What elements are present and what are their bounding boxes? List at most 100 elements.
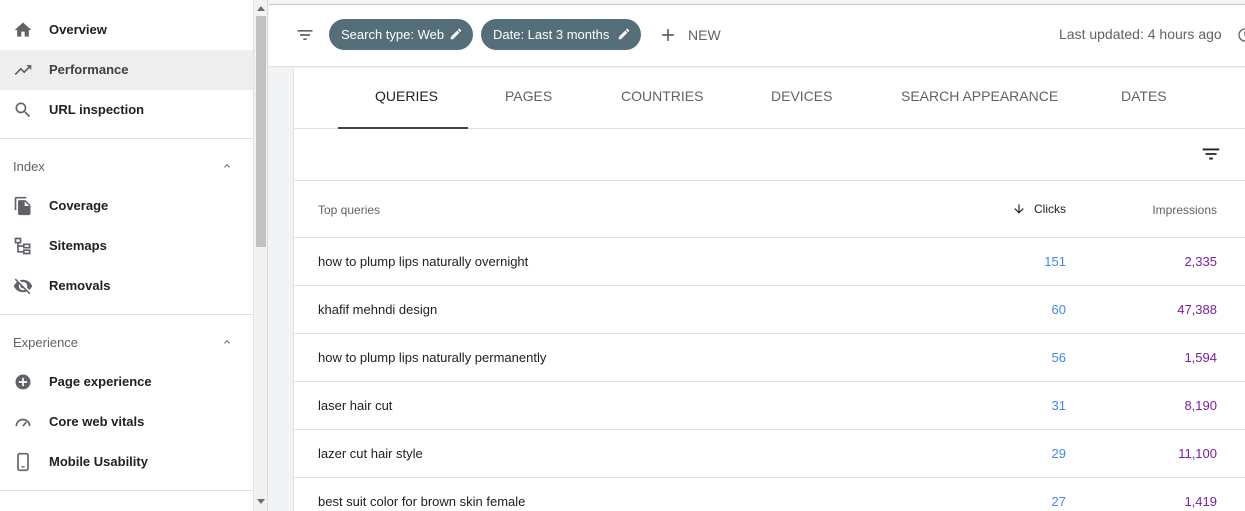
table-row[interactable]: laser hair cut 31 8,190: [294, 382, 1245, 430]
table-row[interactable]: lazer cut hair style 29 11,100: [294, 430, 1245, 478]
sidebar-scrollbar[interactable]: [254, 0, 268, 511]
arrow-down-icon: [1014, 204, 1024, 214]
sidebar-item-mobile-usability[interactable]: Mobile Usability: [0, 442, 253, 482]
scroll-up-arrow-icon[interactable]: [257, 6, 265, 11]
plus-circle-icon: [15, 374, 31, 390]
query-cell: how to plump lips naturally permanently: [318, 350, 547, 365]
impressions-cell: 2,335: [1184, 254, 1217, 269]
clicks-cell: 151: [1044, 254, 1066, 269]
table-row[interactable]: best suit color for brown skin female 27…: [294, 478, 1245, 511]
new-filter-label: NEW: [688, 27, 721, 43]
clicks-cell: 27: [1051, 494, 1066, 509]
sitemap-icon: [14, 237, 31, 255]
sidebar-item-label: Page experience: [49, 374, 152, 389]
table-row[interactable]: how to plump lips naturally overnight 15…: [294, 238, 1245, 286]
tab-label: DEVICES: [771, 88, 833, 104]
eye-off-icon: [13, 278, 33, 295]
sidebar-item-overview[interactable]: Overview: [0, 10, 253, 50]
query-cell: khafif mehndi design: [318, 302, 438, 317]
sidebar-divider: [0, 490, 253, 491]
table-row[interactable]: khafif mehndi design 60 47,388: [294, 286, 1245, 334]
sidebar-item-label: URL inspection: [49, 102, 145, 117]
copy-icon: [14, 196, 31, 216]
tab-pages[interactable]: PAGES: [490, 68, 610, 128]
clicks-cell: 29: [1051, 446, 1066, 461]
scroll-down-arrow-icon[interactable]: [257, 499, 265, 504]
sidebar-item-coverage[interactable]: Coverage: [0, 186, 253, 226]
query-cell: how to plump lips naturally overnight: [318, 254, 529, 269]
chevron-up-icon: [224, 340, 230, 344]
section-title: Experience: [13, 335, 79, 350]
tab-dates[interactable]: DATES: [1104, 68, 1224, 128]
section-header-index[interactable]: Index: [0, 146, 253, 186]
sidebar-item-label: Sitemaps: [49, 238, 107, 253]
tab-queries[interactable]: QUERIES: [338, 68, 468, 129]
tab-search-appearance[interactable]: SEARCH APPEARANCE: [884, 68, 1064, 128]
sidebar-item-label: Performance: [49, 62, 129, 77]
clock-icon[interactable]: [1237, 27, 1245, 43]
chip-label: Date: Last 3 months: [493, 27, 610, 42]
tab-label: PAGES: [505, 88, 553, 104]
edit-pencil-icon[interactable]: [617, 27, 631, 41]
column-header-query[interactable]: Top queries: [318, 203, 380, 217]
plus-icon: [662, 29, 674, 41]
clicks-cell: 56: [1051, 350, 1066, 365]
new-filter-button[interactable]: NEW: [658, 23, 721, 47]
impressions-cell: 8,190: [1184, 398, 1217, 413]
sidebar-item-url-inspection[interactable]: URL inspection: [0, 90, 253, 130]
clicks-cell: 60: [1051, 302, 1066, 317]
impressions-cell: 1,419: [1184, 494, 1217, 509]
section-header-experience[interactable]: Experience: [0, 322, 253, 362]
clicks-cell: 31: [1051, 398, 1066, 413]
phone-icon: [17, 452, 29, 472]
search-type-chip[interactable]: Search type: Web: [329, 19, 473, 50]
sidebar-item-sitemaps[interactable]: Sitemaps: [0, 226, 253, 266]
sidebar-item-label: Coverage: [49, 198, 109, 213]
edit-pencil-icon[interactable]: [449, 27, 463, 41]
sidebar-item-label: Core web vitals: [49, 414, 145, 429]
trending-up-icon: [14, 65, 32, 75]
column-header-impressions[interactable]: Impressions: [1152, 203, 1217, 217]
chevron-up-icon: [224, 164, 230, 168]
sidebar-item-performance[interactable]: Performance: [0, 50, 253, 90]
performance-table-card: QUERIES PAGES COUNTRIES DEVICES SEARCH A…: [293, 68, 1245, 511]
table-header: Top queries Clicks Impressions: [294, 181, 1245, 238]
impressions-cell: 47,388: [1177, 302, 1217, 317]
section-title: Index: [13, 159, 45, 174]
table-filter-row: [294, 129, 1245, 181]
sidebar-item-label: Overview: [49, 22, 107, 37]
chip-label: Search type: Web: [341, 27, 445, 42]
column-header-clicks[interactable]: Clicks: [1012, 202, 1066, 216]
dimension-tabs: QUERIES PAGES COUNTRIES DEVICES SEARCH A…: [294, 68, 1245, 129]
date-range-chip[interactable]: Date: Last 3 months: [481, 19, 641, 50]
tab-label: SEARCH APPEARANCE: [901, 88, 1059, 104]
sidebar-divider: [0, 314, 253, 315]
home-icon: [14, 22, 32, 37]
tab-label: QUERIES: [375, 88, 439, 104]
filter-rows-icon[interactable]: [1200, 143, 1222, 165]
tab-label: DATES: [1121, 88, 1167, 104]
last-updated-text: Last updated: 4 hours ago: [1059, 26, 1222, 42]
query-cell: lazer cut hair style: [318, 446, 423, 461]
filter-toolbar: Search type: Web Date: Last 3 months NEW…: [269, 4, 1245, 67]
speed-gauge-icon: [15, 418, 31, 427]
tab-label: COUNTRIES: [621, 88, 704, 104]
sidebar-item-page-experience[interactable]: Page experience: [0, 362, 253, 402]
sidebar-item-label: Mobile Usability: [49, 454, 148, 469]
sidebar: Overview Performance URL inspection Inde…: [0, 0, 254, 511]
sidebar-item-label: Removals: [49, 278, 111, 293]
search-icon: [15, 102, 31, 118]
impressions-cell: 1,594: [1184, 350, 1217, 365]
query-cell: best suit color for brown skin female: [318, 494, 526, 509]
sidebar-item-removals[interactable]: Removals: [0, 266, 253, 306]
scrollbar-thumb[interactable]: [256, 16, 266, 247]
query-cell: laser hair cut: [318, 398, 393, 413]
sidebar-divider: [0, 138, 253, 139]
table-row[interactable]: how to plump lips naturally permanently …: [294, 334, 1245, 382]
tab-countries[interactable]: COUNTRIES: [604, 68, 734, 128]
impressions-cell: 11,100: [1178, 446, 1217, 461]
filter-icon[interactable]: [295, 25, 315, 45]
column-header-clicks-label: Clicks: [1034, 202, 1066, 216]
sidebar-item-core-web-vitals[interactable]: Core web vitals: [0, 402, 253, 442]
tab-devices[interactable]: DEVICES: [754, 68, 874, 128]
